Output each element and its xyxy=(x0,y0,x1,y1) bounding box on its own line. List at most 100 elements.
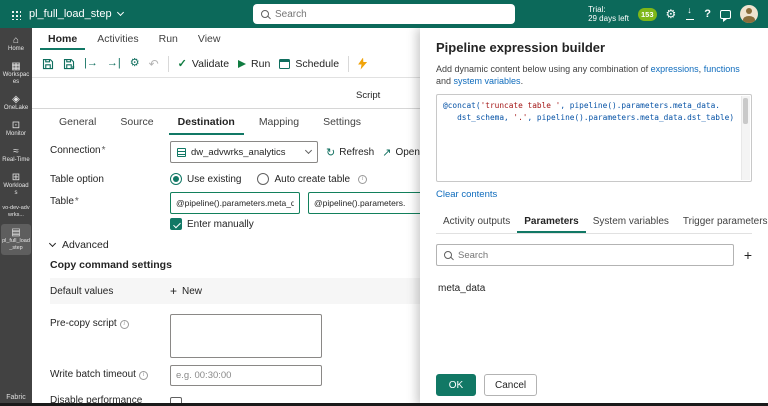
info-icon xyxy=(139,371,148,380)
ribbon-tab-home[interactable]: Home xyxy=(40,28,85,50)
tab-settings[interactable]: Settings xyxy=(314,109,370,135)
pre-copy-script-input[interactable] xyxy=(170,314,322,358)
trial-days-left: 29 days left xyxy=(588,14,629,24)
arrow-bar-in-icon[interactable] xyxy=(84,58,98,69)
ok-button[interactable]: OK xyxy=(436,374,476,396)
scrollbar-thumb[interactable] xyxy=(743,98,748,124)
save-icon xyxy=(42,58,54,70)
system-variables-link[interactable]: system variables xyxy=(454,76,521,86)
expression-tabs: Activity outputs Parameters System varia… xyxy=(436,210,752,234)
radio-use-existing[interactable]: Use existing xyxy=(170,173,241,185)
sidebar-item-monitor[interactable]: Monitor xyxy=(1,117,31,141)
open-external-icon xyxy=(382,146,391,159)
download-icon[interactable] xyxy=(685,8,695,20)
tab-source[interactable]: Source xyxy=(111,109,162,135)
pipeline-icon xyxy=(11,227,20,238)
left-nav: Home Workspaces OneLake Monitor Real-Tim… xyxy=(0,28,32,406)
flash-icon[interactable] xyxy=(358,58,367,70)
tab-mapping[interactable]: Mapping xyxy=(250,109,308,135)
scrollbar[interactable] xyxy=(741,96,750,180)
refresh-button[interactable]: Refresh xyxy=(326,146,374,159)
open-label: Open xyxy=(395,147,419,158)
ribbon-tab-activities[interactable]: Activities xyxy=(89,28,146,50)
undo-icon[interactable] xyxy=(149,58,159,70)
cancel-button[interactable]: Cancel xyxy=(484,374,537,396)
run-button[interactable]: Run xyxy=(238,58,270,70)
topbar: pl_full_load_step Trial: 29 days left 15… xyxy=(0,0,768,28)
notification-badge[interactable]: 153 xyxy=(638,8,657,21)
sidebar-item-home[interactable]: Home xyxy=(1,32,31,56)
label-text: Pre-copy script xyxy=(50,318,117,329)
sidebar-item-label: vo-dev-advwrks... xyxy=(2,205,30,219)
sidebar-item-label: Real-Time xyxy=(2,157,29,164)
pipeline-settings-icon[interactable] xyxy=(130,58,140,69)
workspaces-icon xyxy=(11,61,20,72)
connection-dropdown[interactable]: dw_advwrks_analytics xyxy=(170,141,318,163)
validate-button[interactable]: Validate xyxy=(178,57,229,70)
fabric-window: pl_full_load_step Trial: 29 days left 15… xyxy=(0,0,768,406)
sidebar-item-workspace[interactable]: vo-dev-advwrks... xyxy=(1,202,31,222)
ribbon-tab-view[interactable]: View xyxy=(190,28,229,50)
tab-activity-outputs[interactable]: Activity outputs xyxy=(436,210,517,233)
table-schema-input[interactable] xyxy=(170,192,300,214)
ribbon-tab-run[interactable]: Run xyxy=(151,28,186,50)
arrow-bar-out-icon[interactable] xyxy=(107,58,121,69)
radio-auto-create[interactable]: Auto create table xyxy=(257,173,367,185)
toolbar-divider xyxy=(348,56,349,72)
save-button[interactable] xyxy=(42,58,54,70)
schedule-button[interactable]: Schedule xyxy=(279,58,339,70)
sidebar-item-pipeline[interactable]: pl_full_load_step xyxy=(1,224,31,255)
add-parameter-button[interactable] xyxy=(744,248,752,262)
table-label: Table* xyxy=(50,192,170,207)
expressions-link[interactable]: expressions xyxy=(651,64,699,74)
save-as-button[interactable] xyxy=(63,58,75,70)
search-input[interactable] xyxy=(275,9,507,20)
topbar-actions: Trial: 29 days left 153 xyxy=(588,5,758,24)
info-icon xyxy=(358,175,367,184)
list-item[interactable]: meta_data xyxy=(436,278,752,299)
sidebar-item-onelake[interactable]: OneLake xyxy=(1,91,31,115)
write-batch-timeout-input[interactable] xyxy=(170,365,322,386)
settings-gear-icon[interactable] xyxy=(666,8,677,20)
pipeline-title-menu[interactable]: pl_full_load_step xyxy=(29,8,123,20)
description-text: Add dynamic content below using any comb… xyxy=(436,64,651,74)
plus-icon xyxy=(170,285,177,297)
radio-label: Auto create table xyxy=(274,174,350,185)
label-text: Connection xyxy=(50,145,101,156)
table-option-controls: Use existing Auto create table xyxy=(170,170,367,185)
string-token: 'truncate table ' xyxy=(481,101,561,110)
new-default-value-button[interactable]: New xyxy=(170,285,202,297)
page-title: pl_full_load_step xyxy=(29,8,112,20)
sidebar-item-realtime[interactable]: Real-Time xyxy=(1,143,31,167)
sidebar-item-workspaces[interactable]: Workspaces xyxy=(1,58,31,89)
functions-link[interactable]: functions xyxy=(704,64,740,74)
global-search[interactable] xyxy=(253,4,515,24)
help-icon[interactable] xyxy=(704,9,711,20)
refresh-label: Refresh xyxy=(339,147,374,158)
tab-destination[interactable]: Destination xyxy=(169,109,244,135)
parameter-search-input[interactable] xyxy=(458,250,726,261)
toolbar-divider xyxy=(168,56,169,72)
write-batch-label: Write batch timeout xyxy=(50,365,170,380)
feedback-icon[interactable] xyxy=(720,10,731,19)
tab-system-variables[interactable]: System variables xyxy=(586,210,676,233)
expression-builder-panel: Pipeline expression builder Add dynamic … xyxy=(420,28,768,406)
chevron-down-icon xyxy=(49,240,56,247)
tab-parameters[interactable]: Parameters xyxy=(517,210,585,233)
sidebar-item-workloads[interactable]: Workloads xyxy=(1,169,31,200)
clear-contents-link[interactable]: Clear contents xyxy=(436,189,497,200)
parameter-search-row xyxy=(436,244,752,266)
expression-editor[interactable]: @concat('truncate table ', pipeline().pa… xyxy=(436,94,752,182)
tab-trigger-parameters[interactable]: Trigger parameters xyxy=(676,210,768,233)
code-line: dst_schema, '.', pipeline().parameters.m… xyxy=(443,112,739,124)
play-icon xyxy=(238,60,246,68)
tab-general[interactable]: General xyxy=(50,109,105,135)
parameter-list: meta_data xyxy=(436,278,752,299)
app-launcher-icon[interactable] xyxy=(10,9,21,20)
parameter-search[interactable] xyxy=(436,244,734,266)
open-button[interactable]: Open xyxy=(382,146,420,159)
realtime-icon xyxy=(13,146,19,157)
user-avatar[interactable] xyxy=(740,5,758,23)
string-token: '.' xyxy=(513,113,527,122)
label-text: Write batch timeout xyxy=(50,369,136,380)
